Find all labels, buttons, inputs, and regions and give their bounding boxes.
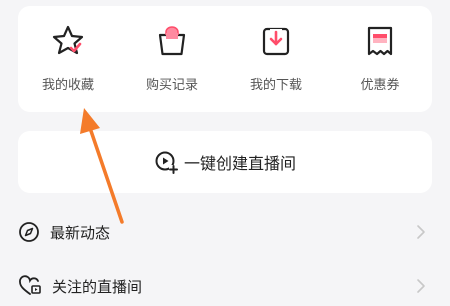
star-icon (52, 25, 84, 55)
shortcut-downloads[interactable]: 我的下载 (226, 6, 326, 112)
download-icon (262, 27, 290, 56)
shopping-bag-icon (158, 26, 186, 56)
menu-item-latest-updates[interactable]: 最新动态 (18, 212, 432, 252)
shortcuts-card: 我的收藏 购买记录 我的下载 优惠券 (18, 6, 432, 112)
menu-item-followed-live-rooms[interactable]: 关注的直播间 (18, 266, 432, 306)
shortcut-coupons[interactable]: 优惠券 (330, 6, 430, 112)
heart-live-icon (19, 275, 41, 295)
create-live-icon (155, 151, 178, 174)
compass-icon (19, 222, 39, 242)
shortcut-label: 我的下载 (249, 78, 302, 93)
shortcut-label: 我的收藏 (41, 78, 94, 93)
chevron-right-icon (417, 279, 425, 293)
shortcut-favorites[interactable]: 我的收藏 (18, 6, 118, 112)
coupon-icon (367, 26, 393, 56)
menu-item-label: 最新动态 (50, 223, 111, 242)
shortcut-label: 购买记录 (145, 78, 198, 93)
chevron-right-icon (417, 225, 425, 239)
shortcut-purchases[interactable]: 购买记录 (122, 6, 222, 112)
menu-item-label: 关注的直播间 (52, 277, 143, 296)
create-live-button[interactable]: 一键创建直播间 (18, 131, 432, 193)
create-live-label: 一键创建直播间 (183, 154, 296, 173)
shortcut-label: 优惠券 (360, 78, 400, 93)
